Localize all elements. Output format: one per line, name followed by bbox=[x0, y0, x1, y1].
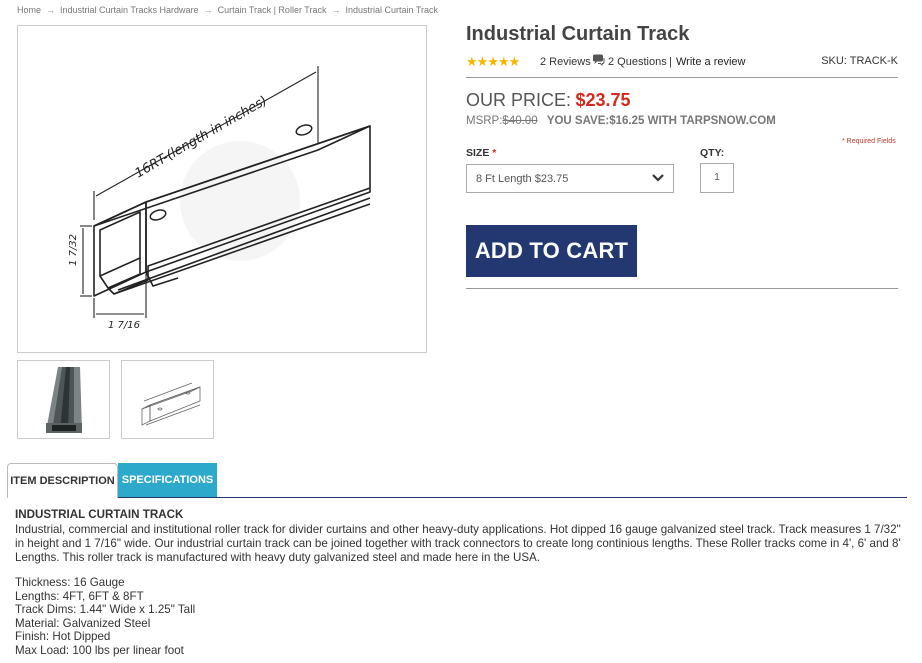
size-select-value: 8 Ft Length $23.75 bbox=[476, 173, 569, 185]
breadcrumb-industrial-curtain-tracks[interactable]: Industrial Curtain Tracks Hardware bbox=[60, 5, 199, 15]
star-rating[interactable]: ★★★★★ bbox=[466, 54, 520, 70]
tab-item-description[interactable]: ITEM DESCRIPTION bbox=[7, 463, 118, 498]
track-drawing: 16RT-(length in inches) 1 7/32 1 7/16 bbox=[68, 66, 371, 331]
qty-label: QTY: bbox=[700, 147, 725, 159]
breadcrumb-home[interactable]: Home bbox=[17, 5, 41, 15]
track-photo bbox=[18, 361, 109, 438]
description-title: INDUSTRIAL CURTAIN TRACK bbox=[15, 508, 184, 521]
sku-label: SKU: TRACK-K bbox=[821, 55, 898, 67]
price-label: OUR PRICE: bbox=[466, 90, 572, 110]
spec-item: Lengths: 4FT, 6FT & 8FT bbox=[15, 589, 144, 603]
divider bbox=[466, 288, 898, 289]
separator: | bbox=[669, 56, 672, 68]
arrow-right-icon: → bbox=[331, 5, 341, 15]
msrp-row: MSRP:$40.00 YOU SAVE:$16.25 WITH TARPSNO… bbox=[466, 115, 776, 127]
tab-specifications[interactable]: SPECIFICATIONS bbox=[118, 463, 217, 497]
thumbnail-photo[interactable] bbox=[17, 360, 110, 439]
spec-item: Max Load: 100 lbs per linear foot bbox=[15, 643, 184, 657]
thumbnail-drawing[interactable] bbox=[121, 360, 214, 439]
chevron-down-icon bbox=[651, 172, 665, 187]
you-save-text: YOU SAVE:$16.25 WITH TARPSNOW.COM bbox=[546, 115, 776, 127]
arrow-right-icon: → bbox=[203, 5, 213, 15]
price-value: $23.75 bbox=[575, 90, 631, 110]
add-to-cart-button[interactable]: ADD TO CART bbox=[466, 225, 637, 277]
spec-item: Material: Galvanized Steel bbox=[15, 616, 151, 630]
breadcrumb-current: Industrial Curtain Track bbox=[345, 5, 438, 15]
questions-link[interactable]: 2 Questions bbox=[608, 56, 667, 68]
divider bbox=[466, 77, 898, 78]
size-select[interactable]: 8 Ft Length $23.75 bbox=[466, 164, 674, 193]
breadcrumb: Home → Industrial Curtain Tracks Hardware →… bbox=[17, 5, 438, 15]
track-drawing-thumb bbox=[141, 382, 201, 426]
review-row: ★★★★★ 2 Reviews 2 Questions | Write a re… bbox=[466, 54, 898, 70]
qty-input[interactable]: 1 bbox=[700, 163, 734, 193]
chat-bubble-icon bbox=[592, 54, 605, 69]
write-review-link[interactable]: Write a review bbox=[676, 56, 745, 68]
spec-list: Thickness: 16 Gauge Lengths: 4FT, 6FT & … bbox=[15, 576, 905, 657]
product-title: Industrial Curtain Track bbox=[466, 23, 690, 45]
arrow-right-icon: → bbox=[46, 5, 56, 15]
main-product-image[interactable]: 16RT-(length in inches) 1 7/32 1 7/16 bbox=[17, 25, 427, 353]
item-description-panel: INDUSTRIAL CURTAIN TRACK Industrial, com… bbox=[15, 508, 905, 657]
msrp-label: MSRP: bbox=[466, 115, 503, 127]
spec-item: Thickness: 16 Gauge bbox=[15, 576, 125, 589]
width-dimension-label: 1 7/16 bbox=[108, 320, 140, 331]
reviews-link[interactable]: 2 Reviews bbox=[540, 56, 591, 68]
height-dimension-label: 1 7/32 bbox=[68, 234, 79, 266]
size-label: SIZE * bbox=[466, 147, 497, 159]
required-fields-note: * Required Fields bbox=[842, 138, 896, 145]
tab-divider bbox=[7, 497, 907, 498]
description-body: Industrial, commercial and institutional… bbox=[15, 523, 901, 564]
price-row: OUR PRICE: $23.75 bbox=[466, 90, 631, 111]
spec-item: Finish: Hot Dipped bbox=[15, 630, 111, 643]
spec-item: Track Dims: 1.44" Wide x 1.25" Tall bbox=[15, 603, 196, 616]
breadcrumb-curtain-track[interactable]: Curtain Track | Roller Track bbox=[218, 5, 327, 15]
required-marker: * bbox=[492, 147, 497, 159]
msrp-value: $40.00 bbox=[502, 115, 538, 127]
